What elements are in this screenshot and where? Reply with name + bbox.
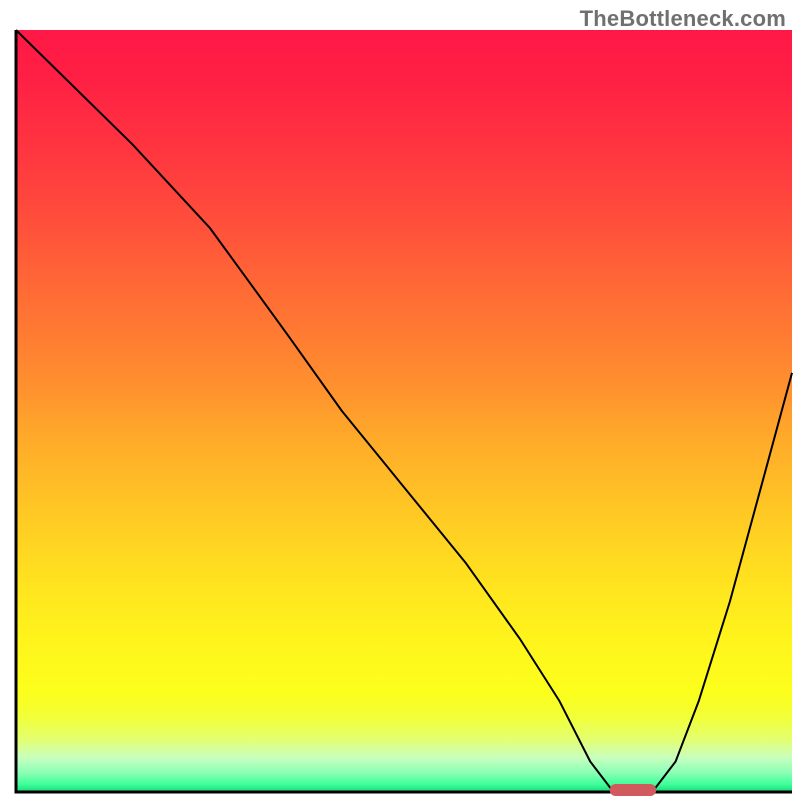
watermark-text: TheBottleneck.com bbox=[580, 6, 786, 32]
chart-svg bbox=[0, 0, 800, 800]
bottleneck-chart: TheBottleneck.com bbox=[0, 0, 800, 800]
optimal-marker bbox=[610, 784, 657, 796]
